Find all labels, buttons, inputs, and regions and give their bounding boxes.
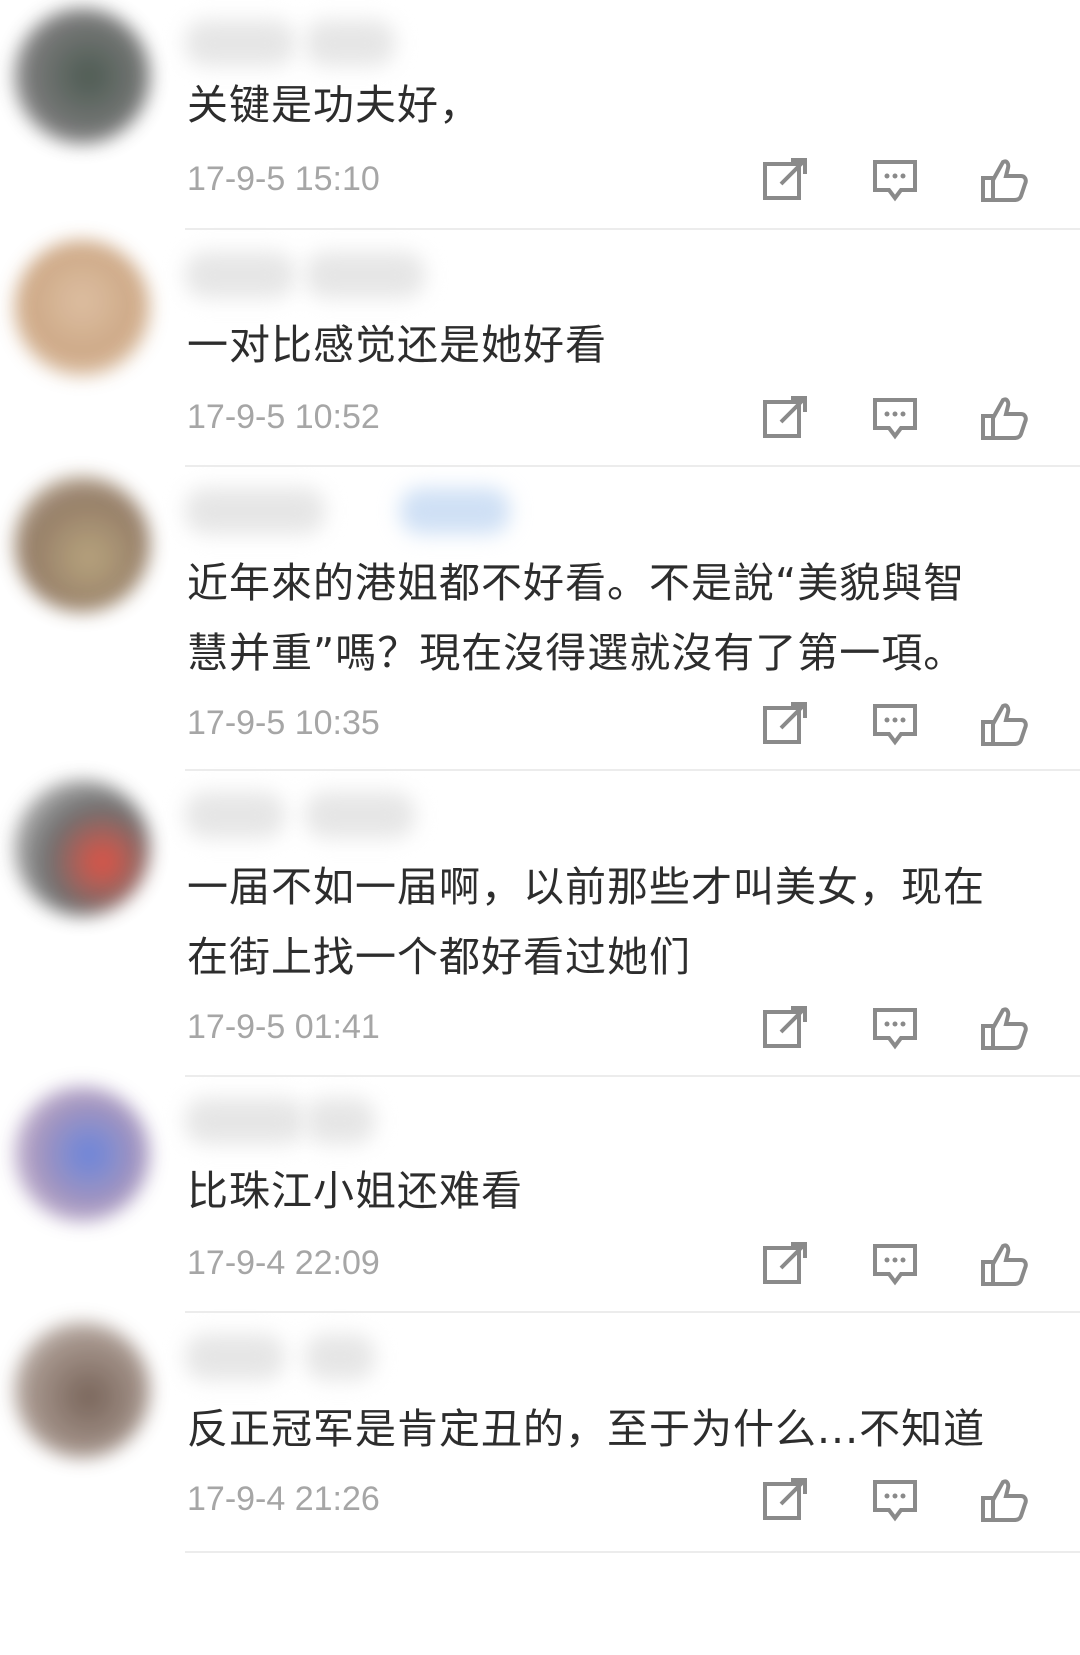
comment-meta: 17-9-5 01:41 (187, 1000, 1040, 1060)
avatar[interactable] (14, 476, 150, 612)
divider (185, 1311, 1080, 1313)
username-blurred[interactable] (185, 488, 325, 534)
username-blurred[interactable] (185, 20, 295, 66)
comment-meta: 17-9-5 15:10 (187, 152, 1040, 212)
comment-item: 关键是功夫好， 17-9-5 15:10 (0, 0, 1080, 230)
username-blurred[interactable] (305, 792, 415, 838)
share-edit-icon[interactable] (757, 1000, 813, 1056)
comment-text-line: 反正冠军是肯定丑的，至于为什么...不知道 (187, 1405, 986, 1453)
comment-item: 一对比感觉还是她好看 17-9-5 10:52 (0, 232, 1080, 464)
comment-meta: 17-9-4 22:09 (187, 1236, 1040, 1296)
avatar[interactable] (14, 780, 150, 916)
username-blurred[interactable] (305, 1334, 375, 1380)
comment-list: 关键是功夫好， 17-9-5 15:10 一对比感觉还是她好看 17-9-5 1… (0, 0, 1080, 1655)
avatar[interactable] (14, 240, 150, 376)
username-blurred[interactable] (185, 1334, 285, 1380)
reply-comment-icon[interactable] (867, 152, 923, 208)
divider (185, 1075, 1080, 1077)
thumbs-up-icon[interactable] (977, 152, 1033, 208)
avatar[interactable] (14, 1086, 150, 1222)
reply-comment-icon[interactable] (867, 1236, 923, 1292)
comment-time: 17-9-4 22:09 (187, 1244, 380, 1282)
comment-text-line: 比珠江小姐还难看 (187, 1167, 523, 1215)
comment-text: 一对比感觉还是她好看 (187, 310, 1030, 380)
comment-time: 17-9-4 21:26 (187, 1480, 380, 1518)
thumbs-up-icon[interactable] (977, 1000, 1033, 1056)
avatar[interactable] (14, 1322, 150, 1458)
share-edit-icon[interactable] (757, 152, 813, 208)
username-blurred[interactable] (185, 792, 285, 838)
comment-time: 17-9-5 01:41 (187, 1008, 380, 1046)
comment-item: 反正冠军是肯定丑的，至于为什么...不知道 17-9-4 21:26 (0, 1314, 1080, 1554)
username-blurred[interactable] (305, 20, 395, 66)
comment-text: 比珠江小姐还难看 (187, 1156, 1030, 1226)
thumbs-up-icon[interactable] (977, 1472, 1033, 1528)
comment-text: 反正冠军是肯定丑的，至于为什么...不知道 (187, 1394, 1030, 1464)
divider (185, 769, 1080, 771)
comment-item: 近年來的港姐都不好看。不是說“美貌與智 慧并重”嗎？現在沒得選就沒有了第一項。 … (0, 468, 1080, 770)
comment-text: 近年來的港姐都不好看。不是說“美貌與智 慧并重”嗎？現在沒得選就沒有了第一項。 (187, 548, 1030, 688)
comment-meta: 17-9-5 10:35 (187, 696, 1040, 756)
reply-comment-icon[interactable] (867, 390, 923, 446)
share-edit-icon[interactable] (757, 1236, 813, 1292)
comment-meta: 17-9-4 21:26 (187, 1472, 1040, 1532)
comment-text-line: 近年來的港姐都不好看。不是說“美貌與智 (187, 559, 966, 607)
divider (185, 465, 1080, 467)
username-blurred[interactable] (185, 252, 295, 298)
comment-time: 17-9-5 10:35 (187, 704, 380, 742)
comment-item: 一届不如一届啊，以前那些才叫美女，现在 在街上找一个都好看过她们 17-9-5 … (0, 772, 1080, 1076)
comment-text-line: 慧并重”嗎？現在沒得選就沒有了第一項。 (187, 629, 966, 677)
comment-time: 17-9-5 10:52 (187, 398, 380, 436)
avatar[interactable] (14, 8, 150, 144)
comment-text-line: 一对比感觉还是她好看 (187, 321, 607, 369)
divider (185, 1551, 1080, 1553)
comment-text-line: 在街上找一个都好看过她们 (187, 933, 691, 981)
comment-meta: 17-9-5 10:52 (187, 390, 1040, 450)
share-edit-icon[interactable] (757, 696, 813, 752)
comment-text-line: 一届不如一届啊，以前那些才叫美女，现在 (187, 863, 985, 911)
username-blurred[interactable] (400, 488, 510, 534)
comment-item: 比珠江小姐还难看 17-9-4 22:09 (0, 1078, 1080, 1312)
username-blurred[interactable] (305, 252, 425, 298)
share-edit-icon[interactable] (757, 390, 813, 446)
thumbs-up-icon[interactable] (977, 696, 1033, 752)
reply-comment-icon[interactable] (867, 696, 923, 752)
comment-text: 一届不如一届啊，以前那些才叫美女，现在 在街上找一个都好看过她们 (187, 852, 1030, 992)
comment-text-line: 关键是功夫好， (187, 81, 481, 129)
username-blurred[interactable] (185, 1098, 305, 1144)
comment-text: 关键是功夫好， (187, 70, 1030, 140)
thumbs-up-icon[interactable] (977, 1236, 1033, 1292)
username-blurred[interactable] (305, 1098, 375, 1144)
reply-comment-icon[interactable] (867, 1000, 923, 1056)
divider (185, 228, 1080, 230)
thumbs-up-icon[interactable] (977, 390, 1033, 446)
share-edit-icon[interactable] (757, 1472, 813, 1528)
comment-time: 17-9-5 15:10 (187, 160, 380, 198)
reply-comment-icon[interactable] (867, 1472, 923, 1528)
